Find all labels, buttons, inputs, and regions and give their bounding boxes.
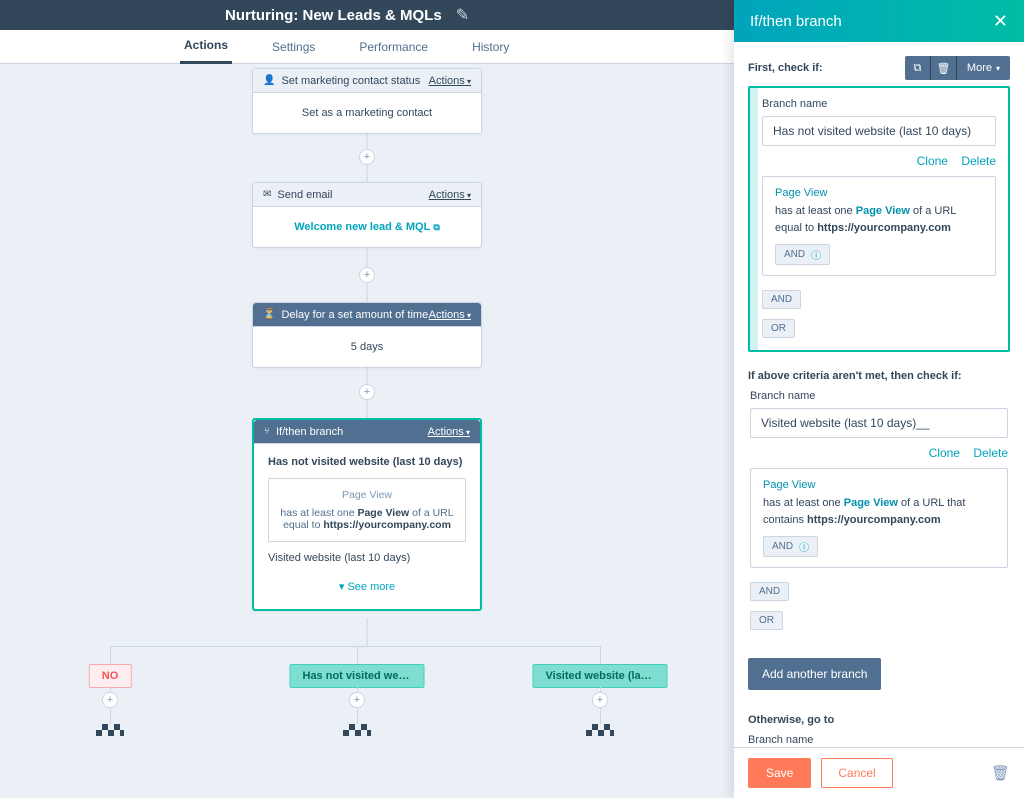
card-actions-menu[interactable]: Actions	[429, 189, 471, 201]
clone-link[interactable]: Clone	[929, 446, 960, 460]
trash-icon[interactable]: 🗑	[931, 56, 957, 80]
card-title: Delay for a set amount of time	[281, 309, 428, 321]
branch-name-label: Branch name	[762, 98, 996, 110]
action-card-set-contact-status[interactable]: 👤 Set marketing contact status Actions S…	[252, 68, 482, 134]
add-branch-button[interactable]: Add another branch	[748, 658, 881, 690]
branch-group-1: Branch name Clone Delete Page View has a…	[748, 86, 1010, 352]
panel-header: If/then branch ✕	[734, 0, 1024, 42]
card-actions-menu[interactable]: Actions	[428, 426, 470, 438]
add-step-button[interactable]: +	[359, 384, 375, 400]
action-card-send-email[interactable]: ✉ Send email Actions Welcome new lead & …	[252, 182, 482, 248]
end-marker-icon	[96, 724, 124, 736]
hourglass-icon: ⏳	[263, 309, 275, 320]
branch-pill-visited[interactable]: Visited website (last 10…	[533, 664, 668, 688]
see-more-link[interactable]: ▾ See more	[268, 574, 466, 597]
card-title: Set marketing contact status	[281, 75, 428, 87]
more-menu[interactable]: More	[957, 56, 1010, 80]
branch-name-label: Branch name	[748, 734, 1010, 746]
info-icon: ⓘ	[799, 539, 809, 554]
add-step-button[interactable]: +	[349, 692, 365, 708]
action-card-delay[interactable]: ⏳ Delay for a set amount of time Actions…	[252, 302, 482, 368]
panel-body[interactable]: First, check if: ⧉ 🗑 More Branch name Cl…	[734, 42, 1024, 747]
panel-title: If/then branch	[750, 13, 993, 30]
criteria-summary: Page View has at least one Page View of …	[268, 478, 466, 542]
branch-icon: ⑂	[264, 426, 270, 437]
card-title: Send email	[277, 189, 428, 201]
side-panel: If/then branch ✕ First, check if: ⧉ 🗑 Mo…	[734, 0, 1024, 798]
add-step-button[interactable]: +	[359, 267, 375, 283]
add-step-button[interactable]: +	[592, 692, 608, 708]
drag-handle-icon[interactable]	[748, 88, 758, 350]
branch-pill-no[interactable]: NO	[89, 664, 132, 688]
otherwise-label: Otherwise, go to	[748, 714, 1010, 726]
email-link[interactable]: Welcome new lead & MQL⧉	[253, 207, 481, 247]
card-body: 5 days	[253, 327, 481, 367]
add-step-button[interactable]: +	[359, 149, 375, 165]
tab-settings[interactable]: Settings	[268, 30, 319, 64]
clone-link[interactable]: Clone	[917, 154, 948, 168]
close-icon[interactable]: ✕	[993, 11, 1008, 32]
panel-footer: Save Cancel 🗑	[734, 747, 1024, 798]
branch-name-input-2[interactable]	[750, 408, 1008, 438]
delete-action-icon[interactable]: 🗑	[991, 764, 1010, 782]
end-marker-icon	[586, 724, 614, 736]
second-check-label: If above criteria aren't met, then check…	[748, 370, 1010, 382]
and-inner-button[interactable]: ANDⓘ	[763, 536, 818, 557]
workflow-canvas[interactable]: 👤 Set marketing contact status Actions S…	[0, 64, 734, 798]
delete-link[interactable]: Delete	[961, 154, 996, 168]
external-link-icon: ⧉	[433, 222, 439, 232]
tab-actions[interactable]: Actions	[180, 30, 232, 64]
and-button[interactable]: AND	[762, 290, 801, 309]
edit-title-icon[interactable]: ✎	[456, 5, 469, 25]
end-marker-icon	[343, 724, 371, 736]
tab-performance[interactable]: Performance	[355, 30, 432, 64]
info-icon: ⓘ	[811, 247, 821, 262]
branch-2-title: Visited website (last 10 days)	[268, 552, 466, 564]
branch-name-input-1[interactable]	[762, 116, 996, 146]
and-button[interactable]: AND	[750, 582, 789, 601]
and-inner-button[interactable]: ANDⓘ	[775, 244, 830, 265]
branch-name-label: Branch name	[750, 390, 1008, 402]
add-step-button[interactable]: +	[102, 692, 118, 708]
branch-pill-not-visited[interactable]: Has not visited website…	[290, 664, 425, 688]
criteria-block-2[interactable]: Page View has at least one Page View of …	[750, 468, 1008, 568]
card-actions-menu[interactable]: Actions	[429, 75, 471, 87]
action-card-if-then-branch[interactable]: ⑂ If/then branch Actions Has not visited…	[252, 418, 482, 611]
copy-icon[interactable]: ⧉	[905, 56, 931, 80]
first-check-label: First, check if:	[748, 62, 823, 74]
cancel-button[interactable]: Cancel	[821, 758, 892, 788]
branch-group-2: Branch name Clone Delete Page View has a…	[748, 390, 1010, 630]
tab-history[interactable]: History	[468, 30, 513, 64]
workflow-title: Nurturing: New Leads & MQLs	[225, 7, 442, 24]
or-button[interactable]: OR	[762, 319, 795, 338]
branch-toolbar: ⧉ 🗑 More	[905, 56, 1010, 80]
email-icon: ✉	[263, 189, 271, 200]
card-body: Set as a marketing contact	[253, 93, 481, 133]
save-button[interactable]: Save	[748, 758, 811, 788]
card-title: If/then branch	[276, 426, 428, 438]
person-icon: 👤	[263, 75, 275, 86]
branch-1-title: Has not visited website (last 10 days)	[268, 456, 466, 468]
delete-link[interactable]: Delete	[973, 446, 1008, 460]
or-button[interactable]: OR	[750, 611, 783, 630]
card-actions-menu[interactable]: Actions	[429, 309, 471, 321]
criteria-block-1[interactable]: Page View has at least one Page View of …	[762, 176, 996, 276]
